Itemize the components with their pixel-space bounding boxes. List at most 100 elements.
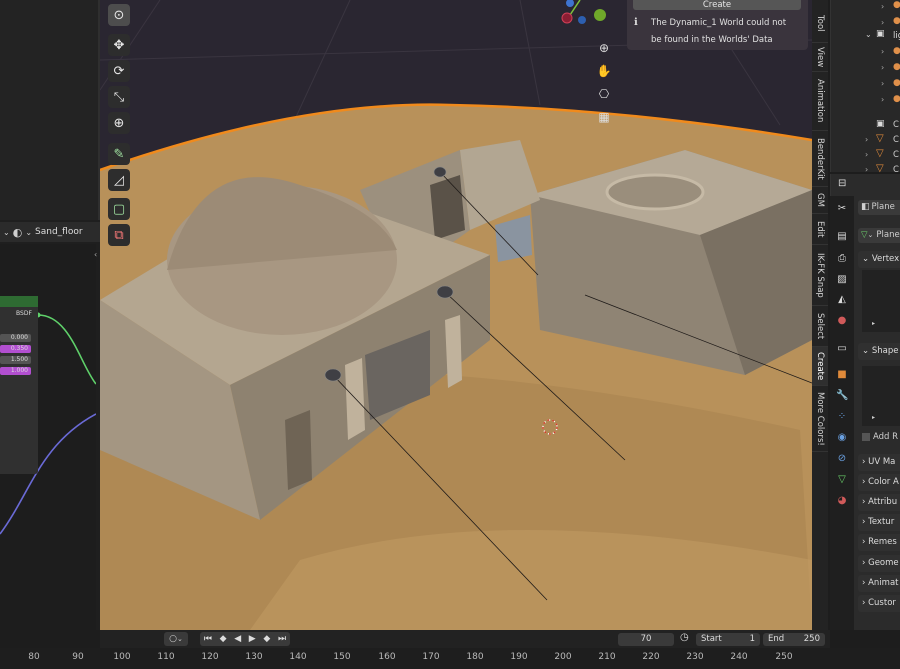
object-name-field[interactable]: ◧ Plane (858, 200, 900, 215)
light-icon[interactable]: ● (893, 46, 900, 56)
chevron-down-icon[interactable]: ⌄ (25, 228, 32, 237)
panel-animation[interactable]: › Animat (858, 575, 900, 592)
panel-uv-maps[interactable]: › UV Ma (858, 454, 900, 471)
chevron-down-icon[interactable]: ⌄ (865, 30, 872, 39)
zoom-button[interactable]: ⊕ (594, 38, 614, 58)
object-icon[interactable]: ■ (836, 369, 848, 381)
shape-key-list[interactable]: ▸ (862, 366, 900, 426)
world-icon[interactable]: ● (836, 315, 848, 327)
select-box-tool[interactable]: ⊙ (108, 4, 130, 26)
clock-icon[interactable]: ◷ (680, 632, 689, 643)
node-value-field[interactable]: 1.000 (0, 367, 31, 375)
chevron-right-icon[interactable]: › (865, 150, 868, 159)
panel-attributes[interactable]: › Attribu (858, 494, 900, 511)
start-frame-field[interactable]: Start 1 (696, 633, 760, 646)
next-keyframe-icon[interactable]: ◆ (263, 634, 270, 644)
constraints-icon[interactable]: ⊘ (836, 453, 848, 465)
chevron-right-icon[interactable]: › (881, 2, 884, 11)
panel-texture-space[interactable]: › Textur (858, 514, 900, 531)
tab-animation[interactable]: Animation (812, 72, 828, 131)
tab-more-colors[interactable]: More Colors! (812, 386, 828, 452)
keyframe-toggle[interactable]: ○⌄ (164, 632, 188, 646)
mesh-icon[interactable]: ▽ (876, 163, 884, 174)
chevron-right-icon[interactable]: › (865, 135, 868, 144)
collection-name[interactable]: lig (893, 31, 900, 41)
chevron-right-icon[interactable]: › (865, 165, 868, 174)
camera-view-button[interactable]: ⎔ (594, 84, 614, 104)
current-frame-field[interactable]: 70 (618, 633, 674, 646)
chevron-left-icon[interactable]: ‹ (94, 250, 97, 259)
play-reverse-icon[interactable]: ◀ (234, 634, 241, 644)
collection-icon[interactable]: ▣ (876, 29, 885, 39)
resize-handle-icon[interactable]: ▸ (872, 320, 875, 327)
move-tool[interactable]: ✥ (108, 34, 130, 56)
chevron-right-icon[interactable]: › (881, 18, 884, 27)
outliner-item[interactable]: C (893, 150, 899, 160)
panel-vertex-groups[interactable]: ⌄ Vertex (858, 251, 900, 268)
jump-end-icon[interactable]: ⏭ (278, 634, 286, 644)
measure-tool[interactable]: ◿ (108, 169, 130, 191)
add-cube-tool[interactable]: ▢ (108, 198, 130, 220)
extrude-tool[interactable]: ⧉ (108, 224, 130, 246)
camera-object-icon[interactable]: ▣ (876, 119, 885, 129)
scene-icon[interactable]: ◭ (836, 294, 848, 306)
panel-geometry-data[interactable]: › Geome (858, 555, 900, 572)
create-button[interactable]: Create (633, 0, 801, 10)
mesh-data-icon[interactable]: ▽ (836, 474, 848, 486)
particles-icon[interactable]: ⁘ (836, 411, 848, 423)
pan-button[interactable]: ✋ (594, 61, 614, 81)
node-editor-upper-area[interactable] (0, 0, 101, 220)
view-layer-icon[interactable]: ▨ (836, 274, 848, 286)
panel-custom-properties[interactable]: › Custor (858, 595, 900, 612)
light-icon[interactable]: ● (893, 16, 900, 26)
end-frame-field[interactable]: End 250 (763, 633, 825, 646)
render-icon[interactable]: ▤ (836, 231, 848, 243)
chevron-right-icon[interactable]: › (881, 63, 884, 72)
node-value-field[interactable]: 1.500 (0, 356, 31, 364)
transform-tool[interactable]: ⊕ (108, 112, 130, 134)
node-value-field[interactable]: 0.000 (0, 334, 31, 342)
chevron-right-icon[interactable]: › (881, 47, 884, 56)
mesh-icon[interactable]: ▽ (876, 133, 884, 144)
chevron-right-icon[interactable]: › (881, 79, 884, 88)
tab-edit[interactable]: Edit (812, 214, 828, 245)
light-icon[interactable]: ● (893, 78, 900, 88)
light-icon[interactable]: ● (893, 94, 900, 104)
rotate-tool[interactable]: ⟳ (108, 60, 130, 82)
modifier-wrench-icon[interactable]: 🔧 (836, 390, 848, 402)
light-icon[interactable]: ● (893, 62, 900, 72)
editor-type-icon[interactable]: ⊟ (838, 178, 846, 189)
tab-view[interactable]: View (812, 43, 828, 72)
material-icon[interactable]: ◕ (836, 495, 848, 507)
collection-icon[interactable]: ▭ (836, 343, 848, 355)
panel-remesh[interactable]: › Remes (858, 534, 900, 551)
mesh-data-selector[interactable]: ▽⌄ Plane (858, 228, 900, 243)
resize-handle-icon[interactable]: ▸ (872, 414, 875, 421)
tab-ik-fk-snap[interactable]: IK-FK Snap (812, 245, 828, 306)
light-icon[interactable]: ● (893, 0, 900, 10)
annotate-tool[interactable]: ✎ (108, 143, 130, 165)
panel-shape-keys[interactable]: ⌄ Shape (858, 343, 900, 360)
physics-icon[interactable]: ◉ (836, 432, 848, 444)
grid-view-button[interactable]: ▦ (594, 107, 614, 127)
jump-start-icon[interactable]: ⏮ (204, 634, 212, 644)
tab-select[interactable]: Select (812, 306, 828, 347)
mesh-icon[interactable]: ▽ (876, 148, 884, 159)
node-value-field[interactable]: 0.350 (0, 345, 31, 353)
shader-node[interactable] (0, 296, 38, 474)
add-rest-position-button[interactable]: Add R (862, 431, 900, 444)
outliner-item[interactable]: C (893, 120, 899, 130)
vertex-group-list[interactable]: ▸ (862, 270, 900, 332)
prev-keyframe-icon[interactable]: ◆ (220, 634, 227, 644)
chevron-right-icon[interactable]: › (881, 95, 884, 104)
outliner-item[interactable]: C (893, 135, 899, 145)
world-name-field[interactable]: Sand_floor (35, 227, 83, 237)
output-icon[interactable]: ⎙ (836, 253, 848, 265)
checkbox[interactable] (862, 432, 870, 441)
world-icon[interactable]: ◐ (13, 226, 23, 239)
scale-tool[interactable]: ⤡ (108, 86, 130, 108)
panel-color-attributes[interactable]: › Color A (858, 474, 900, 491)
tab-gm[interactable]: GM (812, 187, 828, 214)
shader-node-title[interactable] (0, 296, 38, 307)
play-icon[interactable]: ▶ (249, 634, 256, 644)
